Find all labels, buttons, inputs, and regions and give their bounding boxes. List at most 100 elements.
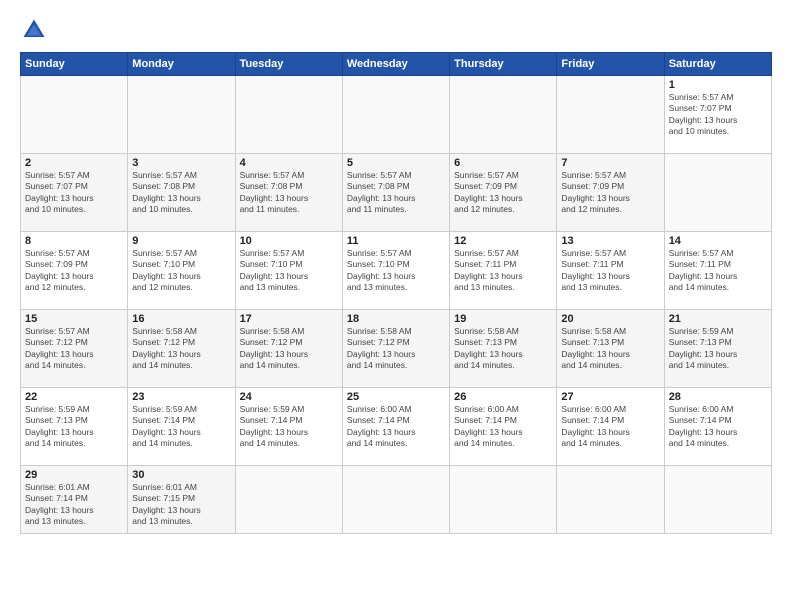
col-header-monday: Monday — [128, 53, 235, 76]
calendar-cell: 27Sunrise: 6:00 AMSunset: 7:14 PMDayligh… — [557, 388, 664, 466]
day-info: Sunrise: 5:57 AMSunset: 7:11 PMDaylight:… — [669, 248, 738, 292]
calendar-cell: 8Sunrise: 5:57 AMSunset: 7:09 PMDaylight… — [21, 232, 128, 310]
day-info: Sunrise: 6:00 AMSunset: 7:14 PMDaylight:… — [561, 404, 630, 448]
calendar-cell — [450, 466, 557, 534]
week-row-5: 22Sunrise: 5:59 AMSunset: 7:13 PMDayligh… — [21, 388, 772, 466]
page: SundayMondayTuesdayWednesdayThursdayFrid… — [0, 0, 792, 612]
calendar-cell — [21, 76, 128, 154]
day-number: 18 — [347, 313, 445, 325]
day-number: 15 — [25, 313, 123, 325]
day-info: Sunrise: 5:57 AMSunset: 7:07 PMDaylight:… — [25, 170, 94, 214]
day-info: Sunrise: 5:59 AMSunset: 7:14 PMDaylight:… — [132, 404, 201, 448]
header — [20, 16, 772, 44]
day-number: 30 — [132, 469, 230, 481]
day-info: Sunrise: 6:00 AMSunset: 7:14 PMDaylight:… — [669, 404, 738, 448]
day-number: 9 — [132, 235, 230, 247]
day-number: 20 — [561, 313, 659, 325]
calendar-cell — [664, 154, 771, 232]
calendar-cell: 7Sunrise: 5:57 AMSunset: 7:09 PMDaylight… — [557, 154, 664, 232]
day-number: 27 — [561, 391, 659, 403]
day-info: Sunrise: 5:58 AMSunset: 7:13 PMDaylight:… — [561, 326, 630, 370]
calendar-cell: 29Sunrise: 6:01 AMSunset: 7:14 PMDayligh… — [21, 466, 128, 534]
col-header-tuesday: Tuesday — [235, 53, 342, 76]
day-number: 24 — [240, 391, 338, 403]
day-info: Sunrise: 5:57 AMSunset: 7:10 PMDaylight:… — [347, 248, 416, 292]
calendar-cell: 11Sunrise: 5:57 AMSunset: 7:10 PMDayligh… — [342, 232, 449, 310]
calendar-cell: 12Sunrise: 5:57 AMSunset: 7:11 PMDayligh… — [450, 232, 557, 310]
calendar-cell: 4Sunrise: 5:57 AMSunset: 7:08 PMDaylight… — [235, 154, 342, 232]
day-info: Sunrise: 5:57 AMSunset: 7:09 PMDaylight:… — [25, 248, 94, 292]
calendar-cell: 26Sunrise: 6:00 AMSunset: 7:14 PMDayligh… — [450, 388, 557, 466]
week-row-6: 29Sunrise: 6:01 AMSunset: 7:14 PMDayligh… — [21, 466, 772, 534]
day-info: Sunrise: 5:58 AMSunset: 7:12 PMDaylight:… — [132, 326, 201, 370]
col-header-friday: Friday — [557, 53, 664, 76]
calendar-cell — [235, 76, 342, 154]
day-number: 12 — [454, 235, 552, 247]
calendar-cell — [235, 466, 342, 534]
day-info: Sunrise: 5:57 AMSunset: 7:10 PMDaylight:… — [240, 248, 309, 292]
calendar-cell: 13Sunrise: 5:57 AMSunset: 7:11 PMDayligh… — [557, 232, 664, 310]
day-info: Sunrise: 5:57 AMSunset: 7:11 PMDaylight:… — [454, 248, 523, 292]
col-header-sunday: Sunday — [21, 53, 128, 76]
day-number: 17 — [240, 313, 338, 325]
calendar-cell: 24Sunrise: 5:59 AMSunset: 7:14 PMDayligh… — [235, 388, 342, 466]
day-info: Sunrise: 5:57 AMSunset: 7:12 PMDaylight:… — [25, 326, 94, 370]
calendar-cell: 9Sunrise: 5:57 AMSunset: 7:10 PMDaylight… — [128, 232, 235, 310]
day-number: 2 — [25, 157, 123, 169]
col-header-wednesday: Wednesday — [342, 53, 449, 76]
day-number: 25 — [347, 391, 445, 403]
week-row-3: 8Sunrise: 5:57 AMSunset: 7:09 PMDaylight… — [21, 232, 772, 310]
day-number: 13 — [561, 235, 659, 247]
day-number: 11 — [347, 235, 445, 247]
day-info: Sunrise: 5:57 AMSunset: 7:08 PMDaylight:… — [132, 170, 201, 214]
calendar-cell: 25Sunrise: 6:00 AMSunset: 7:14 PMDayligh… — [342, 388, 449, 466]
day-number: 3 — [132, 157, 230, 169]
day-info: Sunrise: 5:57 AMSunset: 7:08 PMDaylight:… — [347, 170, 416, 214]
calendar-cell — [557, 466, 664, 534]
day-info: Sunrise: 5:59 AMSunset: 7:14 PMDaylight:… — [240, 404, 309, 448]
day-number: 4 — [240, 157, 338, 169]
calendar-cell: 23Sunrise: 5:59 AMSunset: 7:14 PMDayligh… — [128, 388, 235, 466]
col-header-thursday: Thursday — [450, 53, 557, 76]
day-number: 19 — [454, 313, 552, 325]
calendar: SundayMondayTuesdayWednesdayThursdayFrid… — [20, 52, 772, 534]
day-number: 14 — [669, 235, 767, 247]
calendar-cell — [342, 76, 449, 154]
calendar-cell: 28Sunrise: 6:00 AMSunset: 7:14 PMDayligh… — [664, 388, 771, 466]
day-info: Sunrise: 5:58 AMSunset: 7:12 PMDaylight:… — [347, 326, 416, 370]
day-number: 26 — [454, 391, 552, 403]
header-row: SundayMondayTuesdayWednesdayThursdayFrid… — [21, 53, 772, 76]
calendar-cell: 15Sunrise: 5:57 AMSunset: 7:12 PMDayligh… — [21, 310, 128, 388]
calendar-cell: 16Sunrise: 5:58 AMSunset: 7:12 PMDayligh… — [128, 310, 235, 388]
logo — [20, 16, 52, 44]
logo-icon — [20, 16, 48, 44]
day-info: Sunrise: 5:58 AMSunset: 7:12 PMDaylight:… — [240, 326, 309, 370]
day-number: 28 — [669, 391, 767, 403]
day-number: 21 — [669, 313, 767, 325]
day-info: Sunrise: 5:59 AMSunset: 7:13 PMDaylight:… — [25, 404, 94, 448]
calendar-cell: 2Sunrise: 5:57 AMSunset: 7:07 PMDaylight… — [21, 154, 128, 232]
day-info: Sunrise: 5:57 AMSunset: 7:10 PMDaylight:… — [132, 248, 201, 292]
day-info: Sunrise: 5:57 AMSunset: 7:09 PMDaylight:… — [454, 170, 523, 214]
week-row-4: 15Sunrise: 5:57 AMSunset: 7:12 PMDayligh… — [21, 310, 772, 388]
calendar-cell — [664, 466, 771, 534]
calendar-cell: 14Sunrise: 5:57 AMSunset: 7:11 PMDayligh… — [664, 232, 771, 310]
calendar-cell: 18Sunrise: 5:58 AMSunset: 7:12 PMDayligh… — [342, 310, 449, 388]
calendar-cell — [128, 76, 235, 154]
day-number: 6 — [454, 157, 552, 169]
day-number: 5 — [347, 157, 445, 169]
calendar-cell: 22Sunrise: 5:59 AMSunset: 7:13 PMDayligh… — [21, 388, 128, 466]
day-number: 22 — [25, 391, 123, 403]
day-info: Sunrise: 5:57 AMSunset: 7:07 PMDaylight:… — [669, 92, 738, 136]
day-number: 23 — [132, 391, 230, 403]
calendar-cell — [450, 76, 557, 154]
calendar-cell: 1Sunrise: 5:57 AMSunset: 7:07 PMDaylight… — [664, 76, 771, 154]
calendar-cell: 30Sunrise: 6:01 AMSunset: 7:15 PMDayligh… — [128, 466, 235, 534]
day-info: Sunrise: 5:58 AMSunset: 7:13 PMDaylight:… — [454, 326, 523, 370]
calendar-cell: 17Sunrise: 5:58 AMSunset: 7:12 PMDayligh… — [235, 310, 342, 388]
day-info: Sunrise: 6:01 AMSunset: 7:14 PMDaylight:… — [25, 482, 94, 526]
day-info: Sunrise: 5:57 AMSunset: 7:09 PMDaylight:… — [561, 170, 630, 214]
day-number: 8 — [25, 235, 123, 247]
day-info: Sunrise: 6:01 AMSunset: 7:15 PMDaylight:… — [132, 482, 201, 526]
week-row-1: 1Sunrise: 5:57 AMSunset: 7:07 PMDaylight… — [21, 76, 772, 154]
